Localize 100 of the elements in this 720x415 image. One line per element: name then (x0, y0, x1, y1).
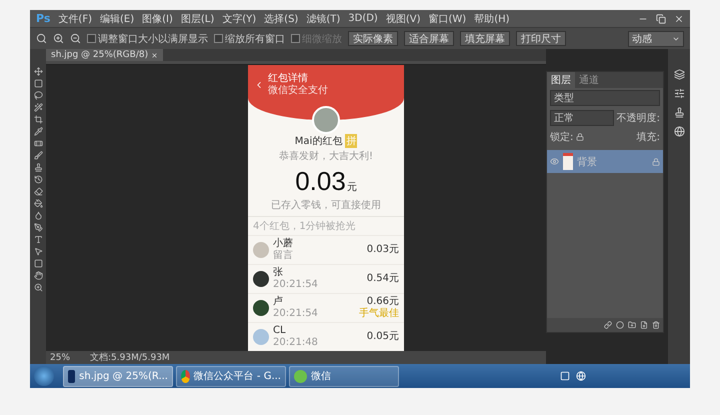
avatar (312, 106, 340, 134)
workspace-dropdown[interactable]: 动感 (628, 30, 684, 46)
entry-amount: 0.05元 (366, 331, 399, 343)
avatar (253, 329, 269, 345)
lock-icon[interactable] (576, 133, 584, 141)
history-brush-icon[interactable] (34, 175, 42, 184)
taskbar-item[interactable]: sh.jpg @ 25%(R... (63, 366, 173, 386)
amount: 0.03 (295, 166, 346, 197)
document-tab[interactable]: sh.jpg @ 25%(RGB/8) (46, 49, 164, 61)
checkbox[interactable] (87, 34, 96, 43)
zoom-out-icon[interactable] (70, 33, 81, 44)
tray-icon[interactable] (560, 371, 570, 381)
entry-amount: 0.66元 (366, 296, 399, 308)
pen-icon[interactable] (34, 223, 42, 232)
restore-icon[interactable] (656, 14, 666, 24)
hand-icon[interactable] (34, 271, 42, 280)
new-layer-icon[interactable] (640, 321, 648, 329)
menu-item[interactable]: 编辑(E) (100, 12, 134, 26)
sliders-icon[interactable] (674, 88, 684, 99)
eraser-icon[interactable] (34, 187, 42, 196)
menu-item[interactable]: 图层(L) (180, 12, 214, 26)
stamp-icon[interactable] (674, 107, 684, 118)
entry-amount: 0.03元 (366, 244, 399, 256)
option-button[interactable]: 实际像素 (348, 31, 398, 46)
brush-icon[interactable] (34, 151, 42, 160)
paint-bucket-icon[interactable] (34, 199, 42, 208)
option-button[interactable]: 适合屏幕 (404, 31, 454, 46)
entry-detail: 留言 (273, 250, 294, 262)
blend-mode-dropdown[interactable]: 正常 (550, 110, 614, 126)
zoom-in-icon[interactable] (53, 33, 64, 44)
eyedropper-icon[interactable] (34, 127, 42, 136)
drop-icon[interactable] (34, 211, 42, 220)
rectangle-icon[interactable] (34, 259, 42, 268)
mask-icon[interactable] (616, 321, 624, 329)
start-button[interactable] (34, 366, 54, 386)
checkbox-label: 缩放所有窗口 (225, 32, 285, 46)
badge: 拼 (345, 134, 358, 148)
entry-detail: 20:21:54 (273, 279, 319, 291)
crop-icon[interactable] (34, 115, 42, 124)
app-icon (294, 370, 307, 382)
avatar (253, 242, 269, 258)
document-size: 文档:5.93M/5.93M (90, 352, 170, 364)
option-button[interactable]: 打印尺寸 (516, 31, 566, 46)
stamp-icon[interactable] (34, 163, 42, 172)
menu-item[interactable]: 文件(F) (58, 12, 92, 26)
panel-tab[interactable]: 图层 (547, 72, 575, 88)
zoom-tool-icon[interactable] (36, 33, 47, 44)
page-subtitle: 微信安全支付 (268, 84, 328, 96)
menu-item[interactable]: 视图(V) (386, 12, 420, 26)
taskbar-item[interactable]: 微信 (289, 366, 399, 386)
menu-item[interactable]: 文字(Y) (222, 12, 256, 26)
menu-item[interactable]: 帮助(H) (474, 12, 510, 26)
entry-name: CL (273, 325, 287, 337)
trash-icon[interactable] (652, 321, 660, 329)
opacity-label: 不透明度: (616, 112, 660, 125)
entry-amount: 0.54元 (366, 273, 399, 285)
menu-item[interactable]: 图像(I) (142, 12, 173, 26)
app-icon (181, 370, 190, 382)
menu-item[interactable]: 窗口(W) (428, 12, 466, 26)
close-icon[interactable] (674, 14, 684, 24)
entry-name: 卢 (273, 296, 284, 308)
page-title: 红包详情 (268, 73, 309, 84)
wand-icon[interactable] (34, 103, 42, 112)
marquee-icon[interactable] (34, 79, 42, 88)
pointer-icon[interactable] (34, 247, 42, 256)
lock-icon (652, 158, 660, 166)
filter-dropdown[interactable]: 类型 (550, 90, 660, 106)
unit: 元 (346, 181, 357, 194)
zoom-icon[interactable] (34, 283, 42, 292)
panel-tab[interactable]: 通道 (575, 72, 603, 88)
fill-label: 填充: (636, 130, 660, 144)
avatar (253, 271, 269, 287)
lock-label: 锁定: (550, 130, 574, 144)
taskbar-item[interactable]: 微信公众平台 - G... (176, 366, 286, 386)
type-icon[interactable] (34, 235, 42, 244)
lasso-icon[interactable] (34, 91, 42, 100)
checkbox-label: 调整窗口大小以满屏显示 (98, 32, 208, 46)
layer-thumbnail (563, 153, 573, 170)
globe-icon[interactable] (674, 126, 684, 137)
folder-icon[interactable] (628, 321, 636, 329)
menu-item[interactable]: 选择(S) (264, 12, 298, 26)
move-icon[interactable] (34, 67, 42, 76)
layers-icon[interactable] (674, 69, 684, 80)
app-icon (68, 370, 76, 382)
amount-note: 已存入零钱，可直接使用 (271, 198, 381, 212)
menu-item[interactable]: 滤镜(T) (306, 12, 340, 26)
best-luck-label: 手气最佳 (359, 308, 399, 320)
bandage-icon[interactable] (34, 139, 42, 148)
entry-detail: 20:21:54 (273, 308, 319, 320)
link-icon[interactable] (604, 321, 612, 329)
layer-name: 背景 (577, 156, 597, 168)
option-button[interactable]: 填充屏幕 (460, 31, 510, 46)
summary: 4个红包，1分钟被抢光 (248, 216, 404, 235)
checkbox[interactable] (214, 34, 223, 43)
menu-item[interactable]: 3D(D) (348, 13, 378, 24)
avatar (253, 300, 269, 316)
close-icon[interactable] (151, 52, 158, 58)
greeting: 恭喜发财，大吉大利! (278, 150, 373, 163)
sender-name: Mai的红包 (294, 135, 342, 148)
zoom-level: 25% (50, 352, 70, 362)
